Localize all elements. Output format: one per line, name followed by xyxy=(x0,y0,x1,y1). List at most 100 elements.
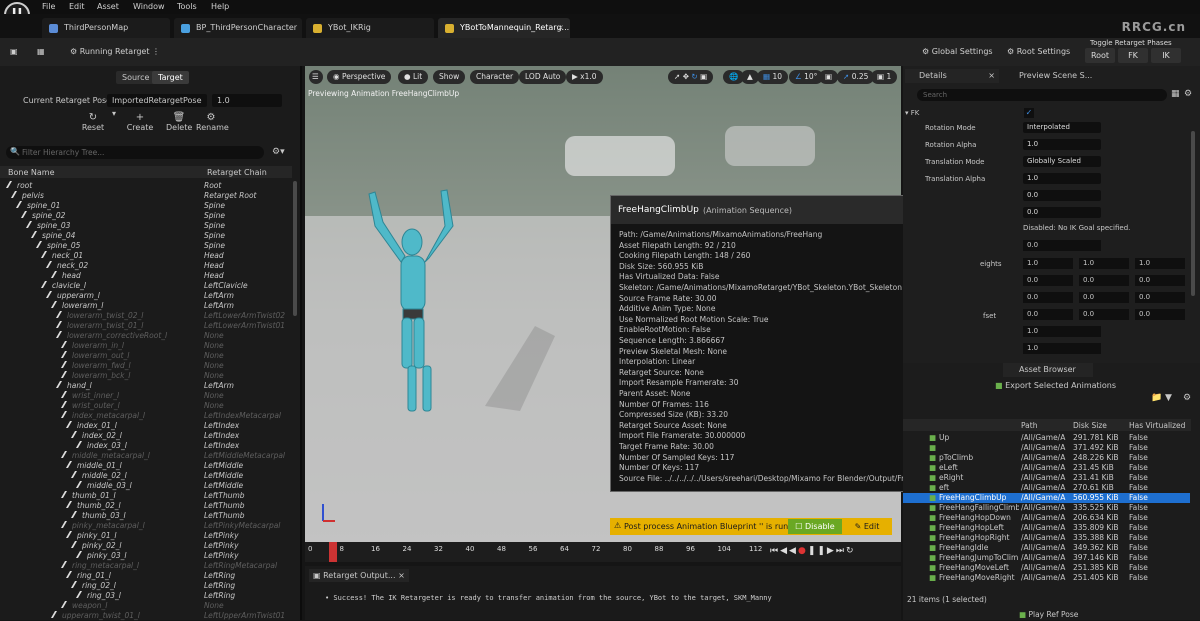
play-reverse-icon[interactable]: ◀ xyxy=(789,546,798,556)
global-settings-button[interactable]: ⚙ Global Settings xyxy=(922,43,993,61)
tree-row[interactable]: pinky_03_l LeftPinky xyxy=(0,551,300,561)
asset-row[interactable]: FreeHangFallingClimb/All/Game/A 335.525 K… xyxy=(903,503,1190,513)
weight-value-field[interactable]: 0.0 xyxy=(1135,292,1185,303)
browse-icon[interactable]: ▦ xyxy=(37,43,45,61)
pose-blend-field[interactable]: 1.0 xyxy=(212,94,282,107)
tree-row[interactable]: index_02_l LeftIndex xyxy=(0,431,300,441)
tree-row[interactable]: pinky_01_l LeftPinky xyxy=(0,531,300,541)
settings-gear-icon[interactable]: ⚙ xyxy=(1184,89,1192,99)
asset-row[interactable]: FreeHangMoveLeft/All/Game/A 251.385 KiB Fa… xyxy=(903,563,1190,573)
fk-enable-checkbox[interactable]: ✓ xyxy=(1024,108,1034,118)
tree-row[interactable]: spine_03 Spine xyxy=(0,221,300,231)
menu-help[interactable]: Help xyxy=(211,2,229,11)
asset-row[interactable]: FreeHangHopLeft/All/Game/A 335.809 KiB Fal… xyxy=(903,523,1190,533)
phase-fk-button[interactable]: FK xyxy=(1118,48,1148,63)
playback-speed-button[interactable]: ▶ x1.0 xyxy=(566,70,603,84)
tree-row[interactable]: hand_l LeftArm xyxy=(0,381,300,391)
property-value[interactable]: 0.0 xyxy=(1023,207,1101,218)
tree-row[interactable]: middle_01_l LeftMiddle xyxy=(0,461,300,471)
tab-details[interactable]: Details × xyxy=(905,69,999,83)
weight-value-field[interactable]: 1.0 xyxy=(1135,258,1185,269)
tree-row[interactable]: spine_02 Spine xyxy=(0,211,300,221)
show-button[interactable]: Show xyxy=(433,70,466,84)
weight-value-field[interactable]: 0.0 xyxy=(1023,275,1073,286)
details-scrollbar[interactable] xyxy=(1191,131,1195,296)
menu-window[interactable]: Window xyxy=(133,2,165,11)
tree-row[interactable]: pelvis Retarget Root xyxy=(0,191,300,201)
tree-row[interactable]: spine_01 Spine xyxy=(0,201,300,211)
transform-tools[interactable]: ➚ ✥ ↻ ▣ xyxy=(668,70,714,84)
asset-row[interactable]: FreeHangClimbUp/All/Game/A 560.955 KiB Fal… xyxy=(903,493,1190,503)
reset-button[interactable]: ↻ Reset xyxy=(80,112,106,132)
value-field-b[interactable]: 1.0 xyxy=(1023,343,1101,354)
tree-row[interactable]: lowerarm_correctiveRoot_l None xyxy=(0,331,300,341)
property-value[interactable]: Globally Scaled xyxy=(1023,156,1101,167)
tree-row[interactable]: ring_01_l LeftRing xyxy=(0,571,300,581)
tree-row[interactable]: root Root xyxy=(0,181,300,191)
tree-row[interactable]: wrist_outer_l None xyxy=(0,401,300,411)
edit-button[interactable]: ✎ Edit xyxy=(846,519,888,534)
asset-row[interactable]: eft/All/Game/A 270.61 KiB False ■ xyxy=(903,483,1190,493)
disable-button[interactable]: ☐ Disable xyxy=(788,519,842,534)
weight-value-field[interactable]: 1.0 xyxy=(1079,258,1129,269)
asset-row[interactable]: eLeft/All/Game/A 231.45 KiB False ■ xyxy=(903,463,1190,473)
asset-row[interactable]: FreeHangHopDown/All/Game/A 206.634 KiB Fal… xyxy=(903,513,1190,523)
settings-gear-icon[interactable]: ⚙▾ xyxy=(272,147,285,157)
perspective-button[interactable]: ◉ Perspective xyxy=(327,70,392,84)
tree-row[interactable]: ring_02_l LeftRing xyxy=(0,581,300,591)
property-value[interactable]: 0.0 xyxy=(1023,190,1101,201)
target-toggle[interactable]: Target xyxy=(152,71,189,84)
tree-row[interactable]: lowerarm_twist_01_l LeftLowerArmTwist01 xyxy=(0,321,300,331)
asset-row[interactable]: FreeHangMoveRight/All/Game/A 251.405 KiB F… xyxy=(903,573,1190,583)
weight-value-field[interactable]: 0.0 xyxy=(1023,309,1073,320)
details-search-input[interactable]: Search xyxy=(917,89,1167,101)
phase-root-button[interactable]: Root xyxy=(1085,48,1115,63)
root-settings-button[interactable]: ⚙ Root Settings xyxy=(1007,43,1070,61)
close-icon[interactable]: × xyxy=(988,69,995,83)
weight-value-field[interactable]: 0.0 xyxy=(1023,292,1073,303)
timeline[interactable]: 0 8 16 24 32 40 48 56 64 72 80 88 96 104 112 ⏮◀◀●❚❚▶⏭↻ xyxy=(305,542,901,562)
tab-thirdpersonmap[interactable]: ThirdPersonMap xyxy=(42,18,170,38)
fk-section[interactable]: ▾ FK xyxy=(905,107,1191,119)
asset-row[interactable]: FreeHangIdle/All/Game/A 349.362 KiB False ■ xyxy=(903,543,1190,553)
step-back-icon[interactable]: ◀ xyxy=(780,546,789,556)
tree-row[interactable]: head Head xyxy=(0,271,300,281)
tree-row[interactable]: lowerarm_bck_l None xyxy=(0,371,300,381)
scale-snap-button[interactable]: ➚ 0.25 xyxy=(837,70,875,84)
filter-hierarchy-input[interactable]: 🔍 Filter Hierarchy Tree... xyxy=(6,146,264,159)
close-icon[interactable]: × xyxy=(557,18,564,38)
tab-asset-browser[interactable]: Asset Browser xyxy=(1003,363,1093,377)
save-icon[interactable]: ▣ xyxy=(10,43,18,61)
create-button[interactable]: + Create xyxy=(123,112,157,132)
rename-button[interactable]: ⚙ Rename xyxy=(196,112,229,132)
skip-start-icon[interactable]: ⏮ xyxy=(770,546,780,556)
tree-row[interactable]: thumb_03_l LeftThumb xyxy=(0,511,300,521)
tree-row[interactable]: index_metacarpal_l LeftIndexMetacarpal xyxy=(0,411,300,421)
filter-icon[interactable]: ▼ xyxy=(1165,393,1172,403)
settings-gear-icon[interactable]: ⚙ xyxy=(1183,393,1191,403)
property-value[interactable]: 1.0 xyxy=(1023,139,1101,150)
weight-value-field[interactable]: 0.0 xyxy=(1135,309,1185,320)
weight-value-field[interactable]: 0.0 xyxy=(1079,275,1129,286)
retarget-pose-dropdown[interactable]: ImportedRetargetPose ▾ xyxy=(107,94,207,118)
camera-count-button[interactable]: ▣ 1 xyxy=(871,70,898,84)
tree-row[interactable]: upperarm_l LeftArm xyxy=(0,291,300,301)
tree-row[interactable]: pinky_metacarpal_l LeftPinkyMetacarpal xyxy=(0,521,300,531)
delete-button[interactable]: 🗑 Delete xyxy=(166,112,192,132)
tab-bp-thirdpersoncharacter[interactable]: BP_ThirdPersonCharacter xyxy=(174,18,302,38)
asset-row[interactable]: FreeHangJumpToClim/All/Game/A 397.146 KiB… xyxy=(903,553,1190,563)
asset-row[interactable]: pToClimb/All/Game/A 248.226 KiB False ■ xyxy=(903,453,1190,463)
phase-ik-button[interactable]: IK xyxy=(1151,48,1181,63)
step-forward-icon[interactable]: ▶ xyxy=(827,546,836,556)
menu-edit[interactable]: Edit xyxy=(69,2,85,11)
running-retarget-button[interactable]: ⚙ Running Retarget ⋮ xyxy=(70,43,160,61)
tree-row[interactable]: pinky_02_l LeftPinky xyxy=(0,541,300,551)
tree-row[interactable]: middle_02_l LeftMiddle xyxy=(0,471,300,481)
lit-button[interactable]: ● Lit xyxy=(398,70,429,84)
asset-row[interactable]: /All/Game/A 371.492 KiB False ■ xyxy=(903,443,1190,453)
camera-speed-icon[interactable]: ▣ xyxy=(819,70,839,84)
tree-row[interactable]: lowerarm_twist_02_l LeftLowerArmTwist02 xyxy=(0,311,300,321)
tree-row[interactable]: spine_04 Spine xyxy=(0,231,300,241)
weight-value-field[interactable]: 0.0 xyxy=(1079,309,1129,320)
skip-end-icon[interactable]: ⏭ xyxy=(836,546,846,556)
